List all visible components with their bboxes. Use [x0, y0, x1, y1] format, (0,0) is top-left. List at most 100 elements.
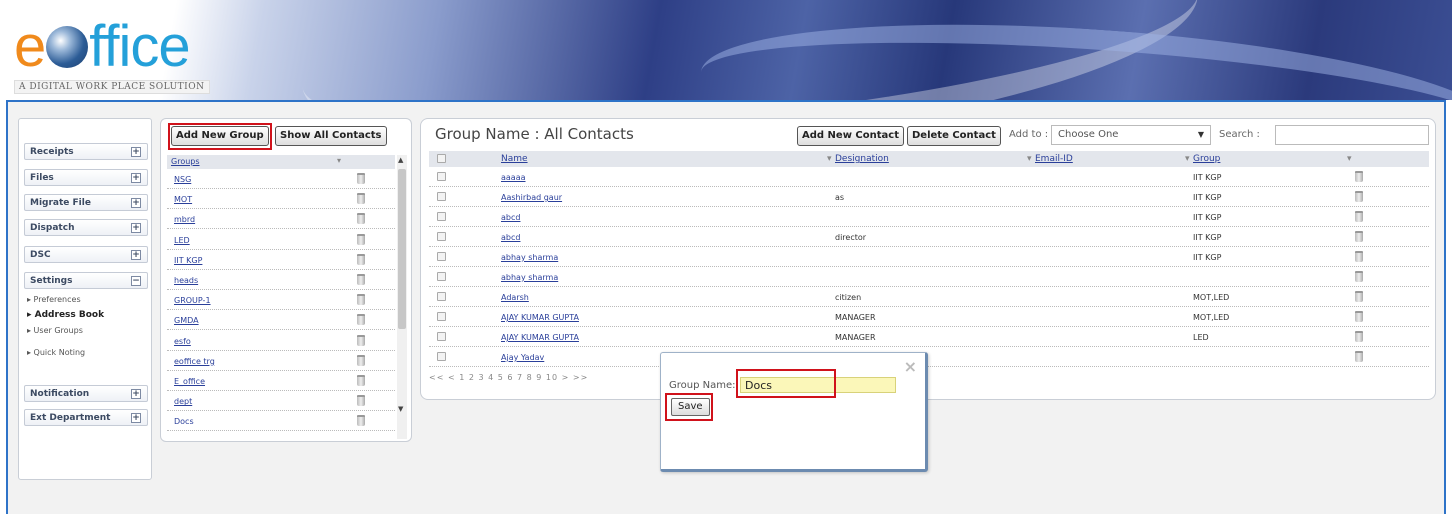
- expand-icon[interactable]: +: [131, 147, 141, 157]
- trash-icon[interactable]: [1355, 171, 1363, 182]
- sort-icon[interactable]: ▾: [827, 154, 832, 164]
- table-row[interactable]: abcd director IIT KGP: [429, 228, 1429, 247]
- table-row[interactable]: AJAY KUMAR GUPTA MANAGER MOT,LED: [429, 308, 1429, 327]
- trash-icon[interactable]: [1355, 271, 1363, 282]
- trash-icon[interactable]: [357, 395, 365, 407]
- expand-icon[interactable]: +: [131, 250, 141, 260]
- sort-icon[interactable]: ▾: [1185, 154, 1190, 164]
- cell-name[interactable]: abcd: [501, 233, 520, 242]
- row-checkbox[interactable]: [437, 272, 446, 281]
- row-checkbox[interactable]: [437, 352, 446, 361]
- row-checkbox[interactable]: [437, 332, 446, 341]
- group-row[interactable]: heads: [167, 271, 395, 290]
- pagination[interactable]: << < 1 2 3 4 5 6 7 8 9 10 > >>: [429, 373, 588, 382]
- group-row[interactable]: GROUP-1: [167, 291, 395, 311]
- trash-icon[interactable]: [357, 334, 365, 346]
- sidebar-item-notification[interactable]: Notification +: [24, 385, 148, 402]
- expand-icon[interactable]: +: [131, 389, 141, 399]
- sidebar-item-ext-department[interactable]: Ext Department +: [24, 409, 148, 426]
- row-checkbox[interactable]: [437, 192, 446, 201]
- trash-icon[interactable]: [1355, 191, 1363, 202]
- column-header-email[interactable]: Email-ID: [1035, 154, 1073, 164]
- cell-name[interactable]: abhay sharma: [501, 253, 558, 262]
- sidebar-item-settings[interactable]: Settings −: [24, 272, 148, 289]
- group-name-link[interactable]: eoffice trg: [174, 357, 215, 366]
- group-row[interactable]: NSG: [167, 170, 395, 189]
- cell-name[interactable]: abcd: [501, 213, 520, 222]
- group-name-link[interactable]: GROUP-1: [174, 296, 211, 305]
- row-checkbox[interactable]: [437, 312, 446, 321]
- trash-icon[interactable]: [357, 274, 365, 285]
- groups-header-label[interactable]: Groups: [171, 157, 200, 166]
- expand-icon[interactable]: +: [131, 413, 141, 423]
- cell-name[interactable]: Aashirbad gaur: [501, 193, 562, 202]
- expand-icon[interactable]: +: [131, 173, 141, 183]
- table-row[interactable]: aaaaa IIT KGP: [429, 168, 1429, 187]
- sort-icon[interactable]: ▾: [1027, 154, 1032, 164]
- trash-icon[interactable]: [1355, 231, 1363, 242]
- sort-icon[interactable]: ▾: [1347, 154, 1352, 164]
- group-name-link[interactable]: IIT KGP: [174, 256, 202, 265]
- scrollbar-thumb[interactable]: [398, 169, 406, 329]
- sidebar-item-migrate-file[interactable]: Migrate File +: [24, 194, 148, 211]
- table-row[interactable]: Aashirbad gaur as IIT KGP: [429, 188, 1429, 207]
- trash-icon[interactable]: [357, 375, 365, 386]
- trash-icon[interactable]: [1355, 251, 1363, 262]
- trash-icon[interactable]: [357, 354, 365, 366]
- sidebar-subitem-preferences[interactable]: ▸ Preferences: [27, 295, 81, 304]
- trash-icon[interactable]: [357, 314, 365, 326]
- collapse-icon[interactable]: −: [131, 276, 141, 286]
- groups-scrollbar[interactable]: ▲ ▼: [397, 155, 407, 439]
- close-icon[interactable]: ×: [904, 357, 917, 376]
- row-checkbox[interactable]: [437, 252, 446, 261]
- group-name-link[interactable]: LED: [174, 236, 190, 245]
- row-checkbox[interactable]: [437, 292, 446, 301]
- cell-name[interactable]: AJAY KUMAR GUPTA: [501, 333, 579, 342]
- sidebar-item-dispatch[interactable]: Dispatch +: [24, 219, 148, 236]
- row-checkbox[interactable]: [437, 172, 446, 181]
- group-name-link[interactable]: dept: [174, 397, 192, 406]
- select-all-checkbox[interactable]: [437, 154, 446, 163]
- add-to-select[interactable]: Choose One ▼: [1051, 125, 1211, 145]
- show-all-contacts-button[interactable]: Show All Contacts: [275, 126, 387, 146]
- row-checkbox[interactable]: [437, 212, 446, 221]
- scroll-down-icon[interactable]: ▼: [398, 405, 403, 413]
- group-name-link[interactable]: GMDA: [174, 316, 199, 325]
- sidebar-item-receipts[interactable]: Receipts +: [24, 143, 148, 160]
- group-row[interactable]: GMDA: [167, 311, 395, 331]
- column-header-name[interactable]: Name: [501, 154, 528, 164]
- group-name-link[interactable]: MOT: [174, 195, 192, 204]
- group-name-link[interactable]: mbrd: [174, 215, 195, 224]
- group-row[interactable]: IIT KGP: [167, 251, 395, 270]
- scroll-up-icon[interactable]: ▲: [398, 156, 403, 164]
- cell-name[interactable]: aaaaa: [501, 173, 526, 182]
- group-row[interactable]: LED: [167, 231, 395, 250]
- trash-icon[interactable]: [1355, 211, 1363, 222]
- trash-icon[interactable]: [1355, 331, 1363, 342]
- trash-icon[interactable]: [357, 415, 365, 427]
- group-row[interactable]: Docs: [167, 412, 395, 432]
- sidebar-item-files[interactable]: Files +: [24, 169, 148, 186]
- table-row[interactable]: abhay sharma IIT KGP: [429, 248, 1429, 267]
- trash-icon[interactable]: [1355, 351, 1363, 362]
- trash-icon[interactable]: [357, 233, 365, 245]
- sidebar-subitem-user-groups[interactable]: ▸ User Groups: [27, 326, 83, 335]
- sidebar-subitem-address-book[interactable]: ▸ Address Book: [27, 310, 104, 320]
- search-input[interactable]: [1275, 125, 1429, 145]
- row-checkbox[interactable]: [437, 232, 446, 241]
- group-row[interactable]: E_office: [167, 372, 395, 391]
- group-name-link[interactable]: NSG: [174, 175, 191, 184]
- expand-icon[interactable]: +: [131, 198, 141, 208]
- sidebar-item-dsc[interactable]: DSC +: [24, 246, 148, 263]
- add-new-contact-button[interactable]: Add New Contact: [797, 126, 904, 146]
- group-name-link[interactable]: esfo: [174, 337, 191, 346]
- expand-icon[interactable]: +: [131, 223, 141, 233]
- sort-icon[interactable]: ▾: [337, 156, 341, 165]
- table-row[interactable]: abhay sharma: [429, 268, 1429, 287]
- table-row[interactable]: Adarsh citizen MOT,LED: [429, 288, 1429, 307]
- group-row[interactable]: eoffice trg: [167, 352, 395, 371]
- column-header-designation[interactable]: Designation: [835, 154, 889, 164]
- group-row[interactable]: MOT: [167, 190, 395, 210]
- sidebar-subitem-quick-noting[interactable]: ▸ Quick Noting: [27, 348, 85, 357]
- cell-name[interactable]: AJAY KUMAR GUPTA: [501, 313, 579, 322]
